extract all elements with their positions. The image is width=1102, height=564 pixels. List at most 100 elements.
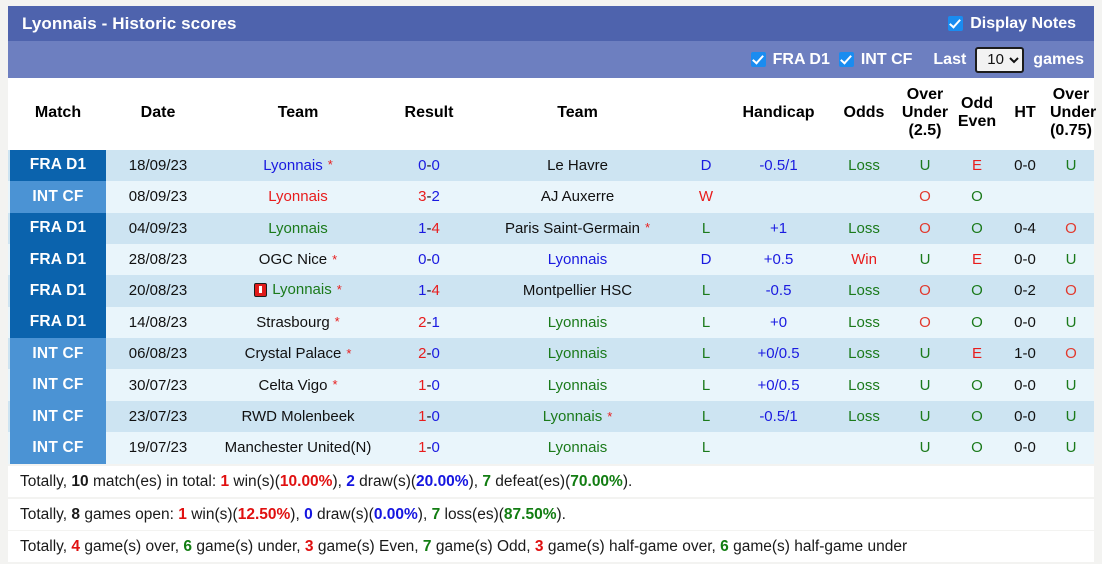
team-name-wrap: Lyonnais *: [542, 408, 613, 426]
table-row[interactable]: FRA D1 20/08/23 Lyonnais * 1-4 Montpellier HS…: [8, 275, 1094, 307]
cell-home-team[interactable]: RWD Molenbeek: [208, 400, 388, 433]
fra-d1-label: FRA D1: [772, 50, 830, 68]
cell-odd-even: O: [952, 212, 1002, 244]
team-name: RWD Molenbeek: [241, 408, 355, 426]
col-header-result[interactable]: Result: [388, 78, 470, 150]
cell-league[interactable]: INT CF: [8, 400, 108, 433]
cell-league[interactable]: INT CF: [8, 369, 108, 401]
league-badge: INT CF: [10, 181, 106, 213]
cell-odds-value: Loss: [848, 345, 880, 363]
cell-date: 20/08/23: [108, 275, 208, 307]
cell-league[interactable]: INT CF: [8, 181, 108, 213]
col-header-date[interactable]: Date: [108, 78, 208, 150]
cell-home-team[interactable]: Lyonnais: [208, 212, 388, 244]
cell-handicap-value: +0.5: [763, 251, 794, 269]
cell-away-team[interactable]: Le Havre: [470, 149, 685, 182]
col-header-odds[interactable]: Odds: [830, 78, 898, 150]
cell-over-under-25: U: [898, 369, 952, 401]
col-header-over-under-25[interactable]: Over Under (2.5): [898, 78, 952, 150]
cell-home-team[interactable]: OGC Nice *: [208, 243, 388, 276]
table-row[interactable]: INT CF 19/07/23 Manchester United(N) 1-0 Lyo…: [8, 432, 1094, 464]
cell-away-team[interactable]: Lyonnais: [470, 432, 685, 464]
cell-over-under-075-value: U: [1065, 376, 1077, 394]
cell-home-team[interactable]: Lyonnais: [208, 181, 388, 213]
cell-over-under-25-value: U: [919, 345, 931, 363]
cell-over-under-25: U: [898, 338, 952, 370]
display-notes-checkbox[interactable]: [948, 16, 964, 31]
cell-away-team[interactable]: Lyonnais: [470, 243, 685, 276]
cell-home-team[interactable]: Celta Vigo *: [208, 369, 388, 401]
col-header-odd-even[interactable]: Odd Even: [952, 78, 1002, 150]
cell-away-team[interactable]: Lyonnais: [470, 338, 685, 370]
display-notes-group[interactable]: Display Notes: [948, 15, 1084, 33]
cell-result[interactable]: 1-0: [388, 369, 470, 401]
cell-home-team[interactable]: Lyonnais *: [208, 149, 388, 182]
int-cf-checkbox[interactable]: [838, 52, 854, 67]
score-home: 1: [418, 439, 427, 457]
cell-home-team[interactable]: Crystal Palace *: [208, 338, 388, 370]
table-row[interactable]: INT CF 23/07/23 RWD Molenbeek 1-0 Lyonnais * L…: [8, 400, 1094, 433]
cell-ht: 0-0: [1002, 149, 1048, 182]
cell-away-team[interactable]: Lyonnais *: [470, 400, 685, 433]
filter-fra-d1[interactable]: FRA D1: [750, 50, 830, 69]
cell-away-team[interactable]: Lyonnais: [470, 306, 685, 339]
cell-away-team[interactable]: AJ Auxerre: [470, 181, 685, 213]
cell-wdl: D: [685, 243, 727, 276]
cell-result[interactable]: 1-4: [388, 275, 470, 307]
cell-league[interactable]: FRA D1: [8, 306, 108, 339]
cell-away-team[interactable]: Paris Saint-Germain *: [470, 212, 685, 244]
table-row[interactable]: INT CF 30/07/23 Celta Vigo * 1-0 Lyonnais L +0/…: [8, 369, 1094, 401]
cell-league[interactable]: INT CF: [8, 432, 108, 464]
cell-away-team[interactable]: Lyonnais: [470, 369, 685, 401]
cell-home-team[interactable]: Manchester United(N): [208, 432, 388, 464]
cell-result[interactable]: 1-4: [388, 212, 470, 244]
s1-draws-pct: 20.00%: [416, 473, 469, 490]
cell-handicap: +0/0.5: [727, 338, 830, 370]
league-badge: FRA D1: [10, 243, 106, 276]
cell-ht-value: 0-0: [1014, 408, 1036, 426]
cell-league[interactable]: FRA D1: [8, 243, 108, 276]
table-row[interactable]: FRA D1 04/09/23 Lyonnais 1-4 Paris Saint-Ger…: [8, 212, 1094, 244]
cell-league[interactable]: FRA D1: [8, 275, 108, 307]
cell-result[interactable]: 2-1: [388, 306, 470, 339]
cell-league[interactable]: FRA D1: [8, 149, 108, 182]
col-header-ht[interactable]: HT: [1002, 78, 1048, 150]
cell-result[interactable]: 0-0: [388, 149, 470, 182]
table-row[interactable]: FRA D1 14/08/23 Strasbourg * 2-1 Lyonnais L +0 L…: [8, 306, 1094, 339]
fra-d1-checkbox[interactable]: [750, 52, 766, 67]
col-header-over-under-075[interactable]: Over Under (0.75): [1048, 78, 1096, 150]
col-header-away-team[interactable]: Team: [470, 78, 685, 150]
cell-over-under-25-value: O: [919, 313, 931, 331]
cell-result[interactable]: 0-0: [388, 243, 470, 276]
filter-int-cf[interactable]: INT CF: [838, 51, 912, 69]
table-row[interactable]: FRA D1 28/08/23 OGC Nice * 0-0 Lyonnais D +0.5 W…: [8, 243, 1094, 276]
cell-over-under-075-value: U: [1065, 408, 1077, 426]
cell-date: 28/08/23: [108, 243, 208, 276]
s3-half-under-word: game(s) half-game under: [728, 538, 908, 555]
s2-wins-word: win(s)(: [186, 506, 238, 523]
cell-away-team[interactable]: Montpellier HSC: [470, 275, 685, 307]
cell-result[interactable]: 1-0: [388, 432, 470, 464]
team-name-wrap: Manchester United(N): [225, 439, 372, 456]
col-header-handicap[interactable]: Handicap: [727, 78, 830, 150]
cell-result[interactable]: 3-2: [388, 181, 470, 213]
cell-home-team[interactable]: Lyonnais *: [208, 275, 388, 307]
cell-result[interactable]: 1-0: [388, 400, 470, 433]
cell-over-under-25: U: [898, 432, 952, 464]
cell-league[interactable]: INT CF: [8, 338, 108, 370]
cell-date: 19/07/23: [108, 432, 208, 464]
table-row[interactable]: INT CF 08/09/23 Lyonnais 3-2 AJ Auxerre W O O: [8, 181, 1094, 213]
cell-over-under-075: U: [1048, 149, 1094, 182]
games-count-select[interactable]: 51015203050: [975, 46, 1025, 73]
cell-wdl: L: [685, 275, 727, 307]
cell-result[interactable]: 2-0: [388, 338, 470, 370]
col-header-match[interactable]: Match: [8, 78, 108, 150]
cell-handicap-value: +0/0.5: [757, 376, 800, 394]
s2-wins-pct: 12.50%: [237, 506, 291, 523]
table-row[interactable]: FRA D1 18/09/23 Lyonnais * 0-0 Le Havre D -0.5/…: [8, 149, 1094, 182]
summary-line-total: Totally, 10 match(es) in total: 1 win(s)…: [8, 466, 1094, 497]
cell-home-team[interactable]: Strasbourg *: [208, 306, 388, 339]
table-row[interactable]: INT CF 06/08/23 Crystal Palace * 2-0 Lyonnais…: [8, 338, 1094, 370]
cell-league[interactable]: FRA D1: [8, 212, 108, 244]
col-header-home-team[interactable]: Team: [208, 78, 388, 150]
